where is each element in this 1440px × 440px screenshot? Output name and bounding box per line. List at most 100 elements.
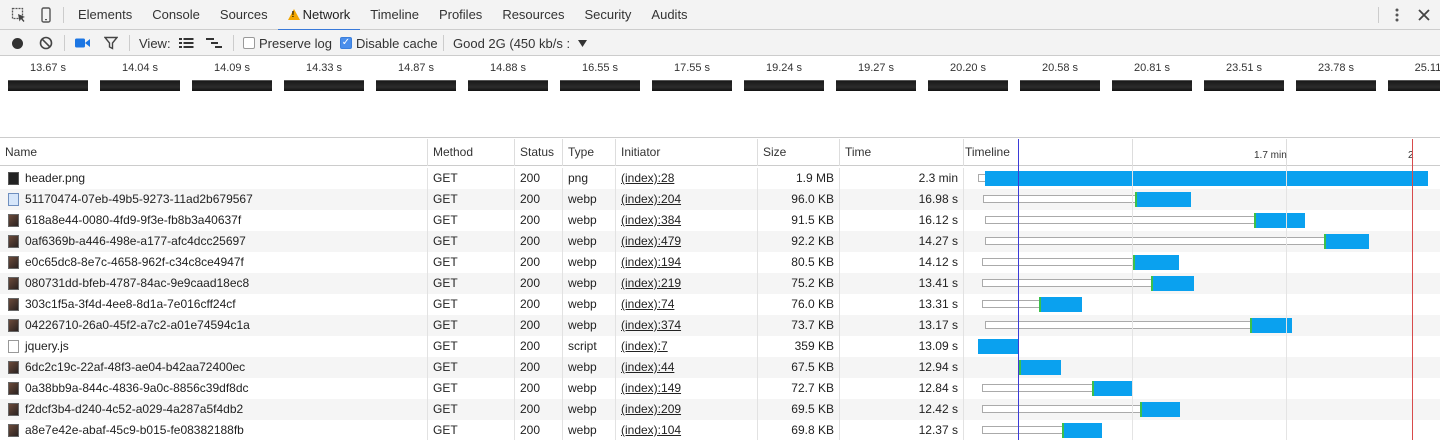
- initiator-link[interactable]: (index):74: [621, 297, 674, 311]
- disable-cache-check-box[interactable]: ✓: [340, 37, 352, 49]
- waterfall-cell[interactable]: [965, 357, 1440, 378]
- tab-elements[interactable]: Elements: [68, 0, 142, 30]
- cell-name: 618a8e44-0080-4fd9-9f3e-fb8b3a40637f: [0, 210, 428, 231]
- request-row[interactable]: 303c1f5a-3f4d-4ee8-8d1a-7e016cff24cf GET 2…: [0, 294, 1440, 315]
- initiator-link[interactable]: (index):194: [621, 255, 681, 269]
- cell-time: 13.31 s: [840, 294, 964, 315]
- waterfall-cell[interactable]: [965, 315, 1440, 336]
- cell-status: 200: [515, 210, 563, 231]
- cell-type: webp: [563, 231, 616, 252]
- preserve-log-check-box[interactable]: [243, 37, 255, 49]
- clear-icon[interactable]: [39, 30, 53, 56]
- cell-status: 200: [515, 231, 563, 252]
- initiator-link[interactable]: (index):149: [621, 381, 681, 395]
- request-row[interactable]: jquery.js GET 200 script (index):7 359 KB 13.0…: [0, 336, 1440, 357]
- tab-timeline[interactable]: Timeline: [360, 0, 429, 30]
- tab-console[interactable]: Console: [142, 0, 210, 30]
- column-header-name[interactable]: Name: [0, 139, 428, 166]
- close-icon[interactable]: [1414, 5, 1434, 25]
- initiator-link[interactable]: (index):209: [621, 402, 681, 416]
- initiator-link[interactable]: (index):479: [621, 234, 681, 248]
- column-header-initiator[interactable]: Initiator: [616, 139, 758, 166]
- waterfall-waiting-bar: [982, 279, 1151, 287]
- more-menu-icon[interactable]: [1387, 5, 1407, 25]
- disable-cache-checkbox[interactable]: ✓ Disable cache: [340, 30, 438, 56]
- capture-screenshots-icon[interactable]: [75, 30, 91, 56]
- tab-profiles[interactable]: Profiles: [429, 0, 492, 30]
- frame-thumbnail: [192, 80, 272, 91]
- cell-method-text: GET: [433, 402, 458, 416]
- waterfall-cell[interactable]: [965, 399, 1440, 420]
- cell-method-text: GET: [433, 276, 458, 290]
- tab-audits[interactable]: Audits: [641, 0, 697, 30]
- tab-network[interactable]: Network: [277, 0, 361, 31]
- cell-type-text: webp: [568, 381, 597, 395]
- waterfall-cell[interactable]: [965, 252, 1440, 273]
- throttling-select[interactable]: Good 2G (450 kb/s :: [453, 30, 588, 56]
- overview-icon[interactable]: [206, 30, 222, 56]
- waterfall-cell[interactable]: [965, 273, 1440, 294]
- waterfall-cell[interactable]: [965, 294, 1440, 315]
- inspect-element-icon[interactable]: [9, 5, 29, 25]
- initiator-link[interactable]: (index):28: [621, 171, 674, 185]
- large-rows-icon[interactable]: [179, 30, 194, 56]
- request-row[interactable]: f2dcf3b4-d240-4c52-a029-4a287a5f4db2 GET 2…: [0, 399, 1440, 420]
- initiator-link[interactable]: (index):219: [621, 276, 681, 290]
- cell-name: f2dcf3b4-d240-4c52-a029-4a287a5f4db2: [0, 399, 428, 420]
- column-header-timeline[interactable]: Timeline: [960, 139, 1440, 166]
- waterfall-cell[interactable]: [965, 168, 1440, 189]
- cell-status-text: 200: [520, 171, 541, 185]
- toolbar-divider: [64, 35, 65, 51]
- request-row[interactable]: 080731dd-bfeb-4787-84ac-9e9caad18ec8 GET 2…: [0, 273, 1440, 294]
- tab-sources[interactable]: Sources: [210, 0, 278, 30]
- frame-thumbnail: [1204, 80, 1284, 91]
- initiator-link[interactable]: (index):7: [621, 339, 668, 353]
- waterfall-waiting-bar: [982, 300, 1039, 308]
- waterfall-cell[interactable]: [965, 189, 1440, 210]
- record-icon[interactable]: [11, 30, 24, 56]
- request-row[interactable]: 0a38bb9a-844c-4836-9a0c-8856c39df8dc GET 2…: [0, 378, 1440, 399]
- waterfall-cell[interactable]: [965, 210, 1440, 231]
- request-row[interactable]: e0c65dc8-8e7c-4658-962f-c34c8ce4947f GET 2…: [0, 252, 1440, 273]
- initiator-link[interactable]: (index):204: [621, 192, 681, 206]
- tab-label: Console: [152, 7, 200, 22]
- cell-time-text: 12.37 s: [918, 423, 958, 437]
- column-header-type[interactable]: Type: [563, 139, 616, 166]
- cell-time-text: 16.12 s: [918, 213, 958, 227]
- waterfall-cell[interactable]: [965, 336, 1440, 357]
- cell-size-text: 69.8 KB: [791, 423, 834, 437]
- preserve-log-checkbox[interactable]: Preserve log: [243, 30, 332, 56]
- cell-size: 72.7 KB: [758, 378, 840, 399]
- column-header-time[interactable]: Time: [840, 139, 964, 166]
- cell-status-text: 200: [520, 381, 541, 395]
- device-mode-icon[interactable]: [36, 5, 56, 25]
- cell-time: 12.37 s: [840, 420, 964, 440]
- cell-size-text: 1.9 MB: [795, 171, 834, 185]
- request-row[interactable]: 618a8e44-0080-4fd9-9f3e-fb8b3a40637f GET 2…: [0, 210, 1440, 231]
- initiator-link[interactable]: (index):374: [621, 318, 681, 332]
- request-row[interactable]: 6dc2c19c-22af-48f3-ae04-b42aa72400ec GET 2…: [0, 357, 1440, 378]
- waterfall-cell[interactable]: [965, 420, 1440, 440]
- cell-time: 13.41 s: [840, 273, 964, 294]
- column-header-size[interactable]: Size: [758, 139, 840, 166]
- cell-type: webp: [563, 294, 616, 315]
- frame-timestamp: 20.20 s: [949, 62, 987, 74]
- request-row[interactable]: header.png GET 200 png (index):28 1.9 MB 2.3 m…: [0, 168, 1440, 189]
- initiator-link[interactable]: (index):104: [621, 423, 681, 437]
- request-row[interactable]: 04226710-26a0-45f2-a7c2-a01e74594c1a GET 2…: [0, 315, 1440, 336]
- waterfall-receiving-bar: [1133, 255, 1179, 270]
- waterfall-cell[interactable]: [965, 231, 1440, 252]
- tab-resources[interactable]: Resources: [492, 0, 574, 30]
- filter-icon[interactable]: [104, 30, 118, 56]
- cell-method: GET: [428, 315, 515, 336]
- column-header-method[interactable]: Method: [428, 139, 515, 166]
- request-row[interactable]: 51170474-07eb-49b5-9273-11ad2b679567 GET 2…: [0, 189, 1440, 210]
- request-row[interactable]: a8e7e42e-abaf-45c9-b015-fe08382188fb GET 2…: [0, 420, 1440, 440]
- column-header-status[interactable]: Status: [515, 139, 563, 166]
- initiator-link[interactable]: (index):384: [621, 213, 681, 227]
- request-row[interactable]: 0af6369b-a446-498e-a177-afc4dcc25697 GET 2…: [0, 231, 1440, 252]
- frame-thumbnail: [376, 80, 456, 91]
- initiator-link[interactable]: (index):44: [621, 360, 674, 374]
- tab-security[interactable]: Security: [574, 0, 641, 30]
- waterfall-cell[interactable]: [965, 378, 1440, 399]
